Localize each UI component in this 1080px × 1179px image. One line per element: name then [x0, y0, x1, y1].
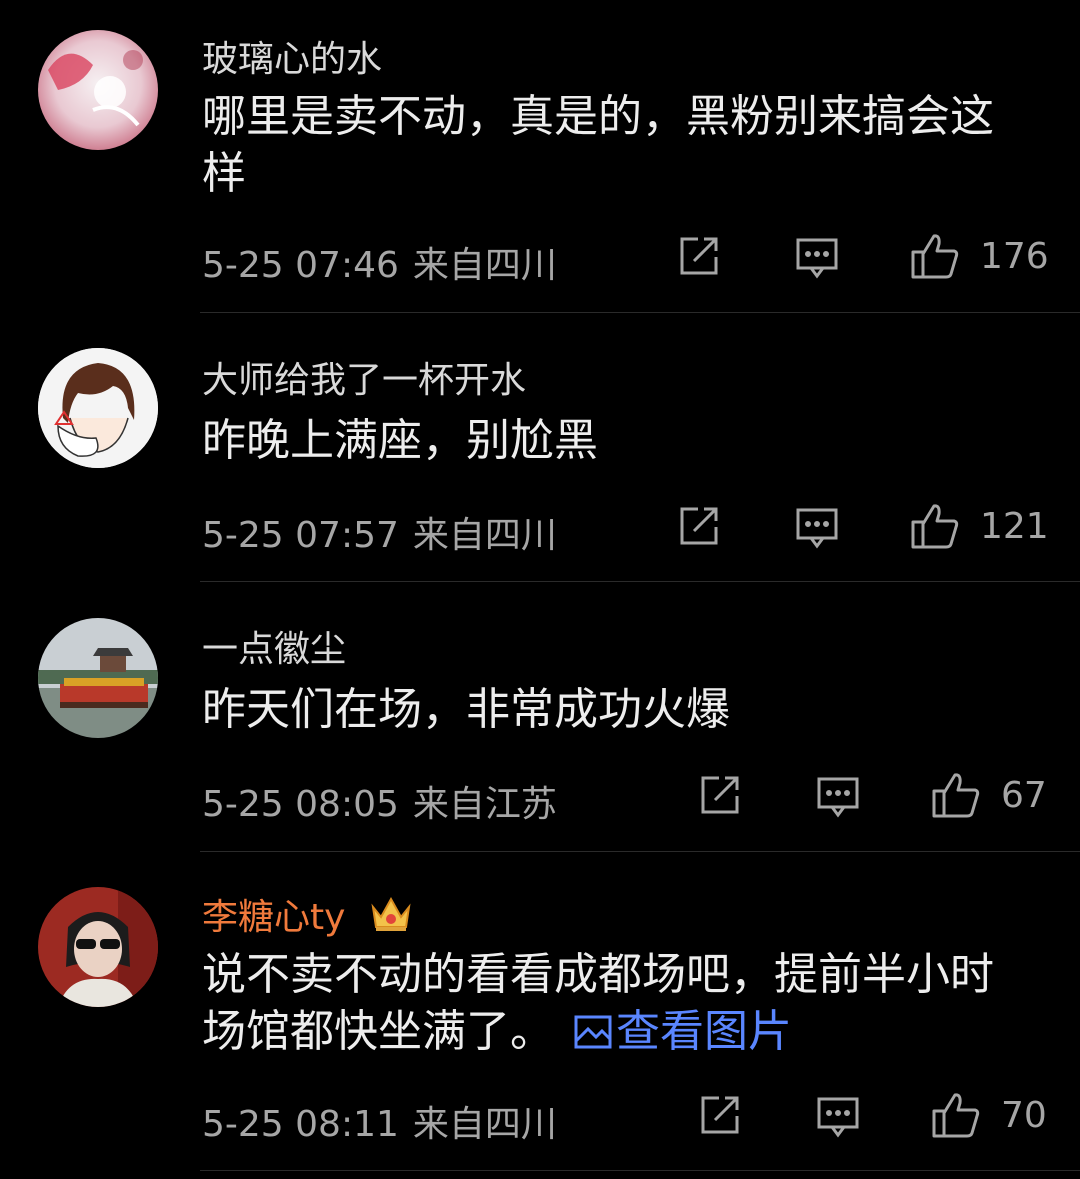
avatar[interactable]	[38, 30, 158, 150]
comment-meta: 5-25 07:57 来自四川	[202, 506, 557, 558]
view-image-link[interactable]: 查看图片	[574, 1006, 792, 1057]
like-count: 176	[980, 236, 1049, 277]
comment-meta: 5-25 08:05 来自江苏	[202, 775, 557, 827]
avatar[interactable]	[38, 618, 158, 738]
crown-icon	[369, 893, 413, 942]
thumbs-up-icon[interactable]	[931, 1091, 981, 1143]
location: 来自江苏	[412, 784, 557, 825]
username[interactable]: 一点徽尘	[202, 620, 346, 672]
comment-text: 昨天们在场，非常成功火爆	[202, 684, 730, 735]
thumbs-up-icon[interactable]	[910, 502, 960, 554]
avatar[interactable]	[38, 887, 158, 1007]
location: 来自四川	[412, 1104, 557, 1145]
view-image-label: 查看图片	[616, 1006, 792, 1057]
timestamp: 5-25 07:57	[202, 515, 399, 556]
image-icon	[574, 1015, 612, 1049]
divider	[200, 1170, 1080, 1171]
divider	[200, 312, 1080, 313]
avatar[interactable]	[38, 348, 158, 468]
comment-bubble-icon[interactable]	[795, 506, 839, 554]
comment-text: 哪里是卖不动，真是的，黑粉别来搞会这样	[202, 91, 994, 199]
share-edit-icon[interactable]	[697, 1094, 741, 1142]
like-count: 70	[1001, 1095, 1047, 1136]
comment-meta: 5-25 08:11 来自四川	[202, 1095, 557, 1147]
username-text: 李糖心ty	[202, 897, 346, 938]
divider	[200, 581, 1080, 582]
thumbs-up-icon[interactable]	[931, 771, 981, 823]
share-edit-icon[interactable]	[697, 774, 741, 822]
thumbs-up-icon[interactable]	[910, 232, 960, 284]
share-edit-icon[interactable]	[676, 235, 720, 283]
timestamp: 5-25 08:11	[202, 1104, 399, 1145]
location: 来自四川	[412, 245, 557, 286]
username[interactable]: 李糖心ty	[202, 888, 413, 942]
timestamp: 5-25 08:05	[202, 784, 399, 825]
comment-bubble-icon[interactable]	[816, 1095, 860, 1143]
comment-text: 昨晚上满座，别尬黑	[202, 415, 598, 466]
like-count: 67	[1001, 775, 1047, 816]
username[interactable]: 大师给我了一杯开水	[202, 351, 526, 403]
timestamp: 5-25 07:46	[202, 245, 399, 286]
divider	[200, 851, 1080, 852]
comment-meta: 5-25 07:46 来自四川	[202, 236, 557, 288]
username[interactable]: 玻璃心的水	[202, 30, 382, 82]
like-count: 121	[980, 506, 1049, 547]
share-edit-icon[interactable]	[676, 505, 720, 553]
comment-text: 说不卖不动的看看成都场吧，提前半小时场馆都快坐满了。 查看图片	[202, 946, 1032, 1060]
location: 来自四川	[412, 515, 557, 556]
comment-bubble-icon[interactable]	[795, 236, 839, 284]
comment-bubble-icon[interactable]	[816, 775, 860, 823]
